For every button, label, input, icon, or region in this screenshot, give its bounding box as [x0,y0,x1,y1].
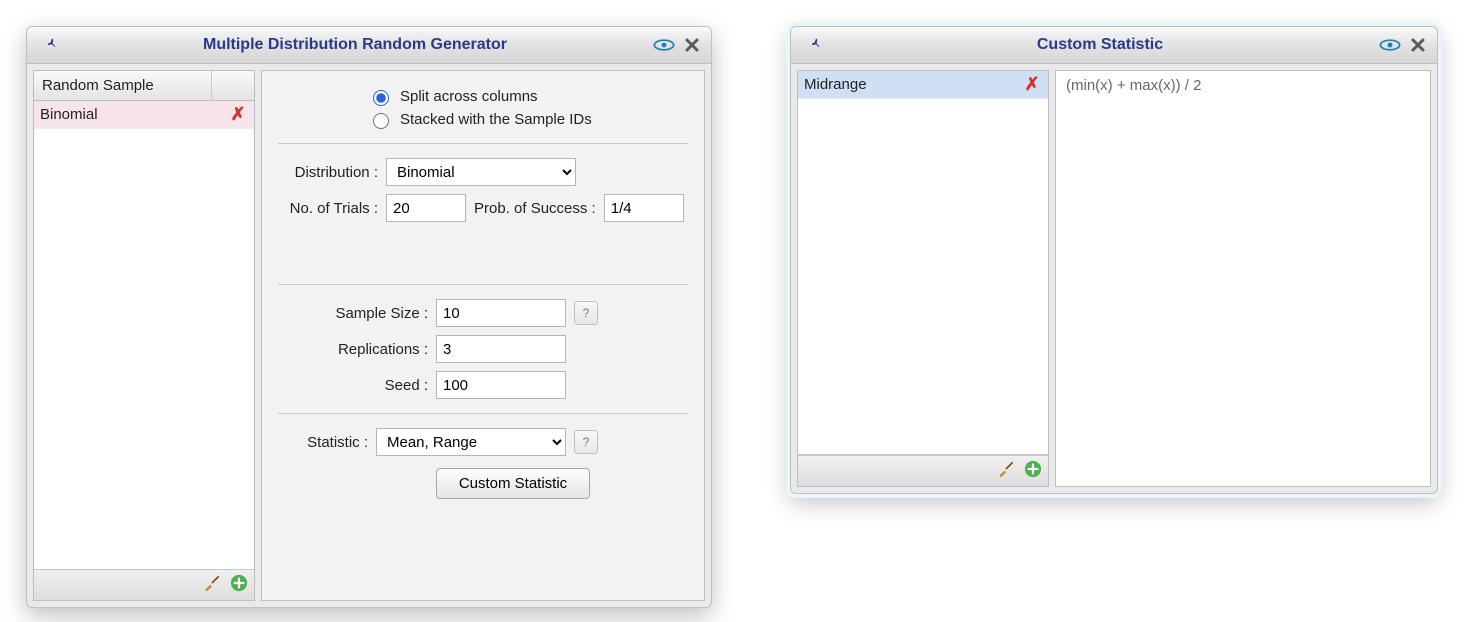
label-statistic: Statistic : [278,434,368,451]
sample-list-panel: Random Sample Binomial ✗ [33,70,255,601]
statistic-list-panel: Midrange ✗ [797,70,1049,487]
help-icon[interactable]: ? [574,301,598,325]
eye-icon[interactable] [1379,34,1401,56]
list-item-label: Binomial [40,106,228,123]
list-header-spacer [212,71,254,100]
statistic-list: Midrange ✗ [798,71,1048,455]
list-item[interactable]: Midrange ✗ [798,71,1048,99]
dialog-title: Multiple Distribution Random Generator [63,36,647,54]
pin-icon[interactable] [41,34,63,56]
delete-row-icon[interactable]: ✗ [228,105,248,124]
label-sample-size: Sample Size : [278,305,428,322]
prob-input[interactable] [604,194,684,222]
radio-split[interactable] [373,90,389,106]
list-item[interactable]: Binomial ✗ [34,101,254,129]
label-distribution: Distribution : [278,164,378,181]
label-replications: Replications : [278,341,428,358]
divider [278,143,688,144]
statistic-select[interactable]: Mean, Range [376,428,566,456]
seed-input[interactable] [436,371,566,399]
titlebar: Multiple Distribution Random Generator [27,27,711,64]
label-trials: No. of Trials : [278,200,378,217]
divider [278,284,688,285]
eye-icon[interactable] [653,34,675,56]
help-icon[interactable]: ? [574,430,598,454]
delete-row-icon[interactable]: ✗ [1022,75,1042,94]
divider [278,413,688,414]
radio-stacked[interactable] [373,113,389,129]
sample-list: Binomial ✗ [34,101,254,569]
list-header-label: Random Sample [34,71,212,100]
label-seed: Seed : [278,377,428,394]
broom-icon[interactable] [202,573,222,597]
options-panel: Split across columns Stacked with the Sa… [261,70,705,601]
add-icon[interactable] [230,574,248,596]
dialog-title: Custom Statistic [827,36,1373,54]
label-prob: Prob. of Success : [474,200,596,217]
radio-split-label: Split across columns [400,88,538,105]
close-icon[interactable] [681,34,703,56]
custom-statistic-button[interactable]: Custom Statistic [436,468,590,499]
replications-input[interactable] [436,335,566,363]
expression-panel[interactable]: (min(x) + max(x)) / 2 [1055,70,1431,487]
list-item-label: Midrange [804,76,1022,93]
distribution-select[interactable]: Binomial [386,158,576,186]
list-footer [34,569,254,600]
list-header: Random Sample [34,71,254,101]
close-icon[interactable] [1407,34,1429,56]
list-footer [798,455,1048,486]
sample-size-input[interactable] [436,299,566,327]
custom-statistic-dialog: Custom Statistic Midrange ✗ [790,26,1438,494]
random-generator-dialog: Multiple Distribution Random Generator R… [26,26,712,608]
radio-stacked-label: Stacked with the Sample IDs [400,111,592,128]
pin-icon[interactable] [805,34,827,56]
trials-input[interactable] [386,194,466,222]
titlebar: Custom Statistic [791,27,1437,64]
broom-icon[interactable] [996,459,1016,483]
add-icon[interactable] [1024,460,1042,482]
